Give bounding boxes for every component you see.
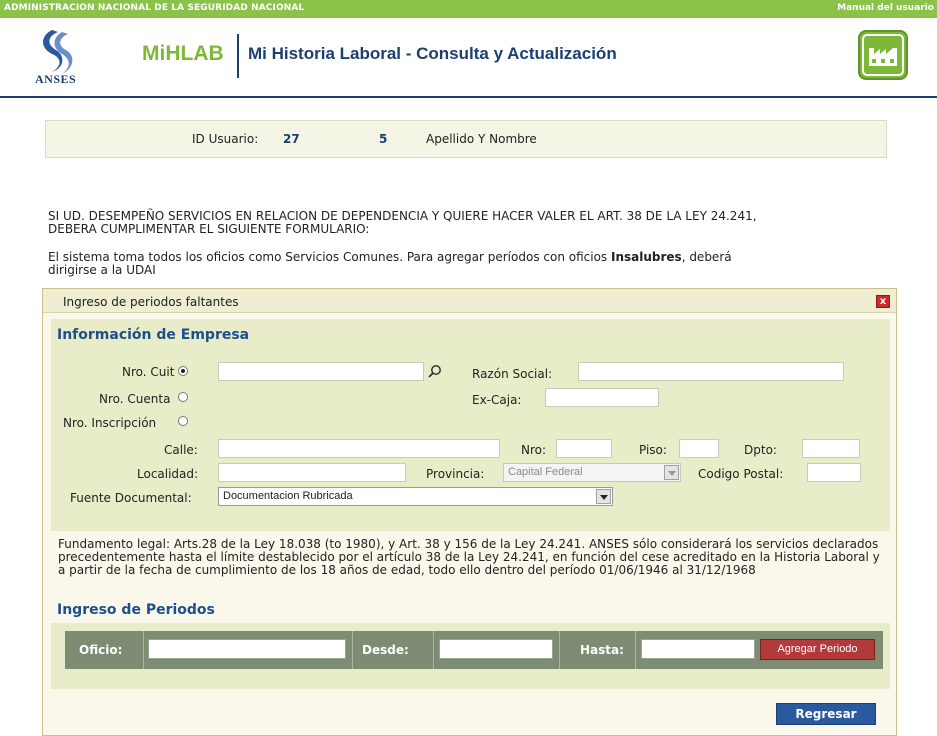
hasta-label: Hasta: bbox=[580, 643, 624, 657]
excaja-input[interactable] bbox=[545, 388, 659, 407]
notice-text-1-post: , deberá bbox=[681, 250, 732, 264]
user-id-label: ID Usuario: bbox=[192, 132, 259, 146]
factory-icon[interactable] bbox=[858, 30, 908, 80]
anses-logo-text: ANSES bbox=[35, 72, 77, 86]
brand-divider bbox=[237, 34, 239, 78]
cuit-input[interactable] bbox=[218, 362, 424, 381]
cuit-label: Nro. Cuit bbox=[122, 365, 175, 379]
nro-label: Nro: bbox=[521, 443, 547, 457]
desde-label: Desde: bbox=[362, 643, 409, 657]
inscripcion-label: Nro. Inscripción bbox=[63, 416, 157, 430]
provincia-selected-value: Capital Federal bbox=[508, 466, 583, 478]
notice-text-2: dirigirse a la UDAI bbox=[48, 263, 156, 277]
dpto-input[interactable] bbox=[802, 439, 860, 458]
legal-basis-text: Fundamento legal: Arts.28 de la Ley 18.0… bbox=[58, 537, 880, 577]
oficio-input[interactable] bbox=[148, 639, 346, 659]
divider bbox=[352, 631, 353, 669]
cuenta-radio[interactable] bbox=[178, 392, 188, 402]
periods-section-title: Ingreso de Periodos bbox=[57, 602, 215, 618]
provincia-label: Provincia: bbox=[426, 467, 485, 481]
nro-input[interactable] bbox=[556, 439, 612, 458]
localidad-input[interactable] bbox=[218, 463, 406, 482]
razon-social-input[interactable] bbox=[578, 362, 844, 381]
company-section-title: Información de Empresa bbox=[57, 327, 250, 343]
brand-name: MiHLAB bbox=[142, 42, 224, 65]
piso-label: Piso: bbox=[639, 443, 667, 457]
user-name-label: Apellido Y Nombre bbox=[426, 132, 537, 146]
organization-name: ADMINISTRACION NACIONAL DE LA SEGURIDAD … bbox=[4, 3, 305, 13]
fuente-documental-label: Fuente Documental: bbox=[70, 491, 192, 505]
fuente-documental-select[interactable]: Documentacion Rubricada bbox=[218, 487, 613, 506]
notice-text-1-bold: Insalubres bbox=[610, 250, 682, 264]
dialog-titlebar: Ingreso de periodos faltantes x bbox=[43, 289, 896, 313]
close-icon[interactable]: x bbox=[876, 295, 890, 308]
codigo-postal-label: Codigo Postal: bbox=[698, 467, 784, 481]
calle-label: Calle: bbox=[164, 443, 198, 457]
cuit-radio[interactable] bbox=[178, 366, 188, 376]
provincia-select[interactable]: Capital Federal bbox=[503, 463, 681, 482]
razon-social-label: Razón Social: bbox=[472, 367, 553, 381]
oficio-label: Oficio: bbox=[79, 643, 123, 657]
chevron-down-icon[interactable] bbox=[596, 489, 611, 504]
cuenta-label: Nro. Cuenta bbox=[99, 392, 171, 406]
search-icon[interactable] bbox=[428, 364, 442, 378]
desde-input[interactable] bbox=[439, 639, 553, 659]
app-header: ANSES MiHLAB Mi Historia Laboral - Consu… bbox=[0, 18, 937, 98]
user-id-suffix: 5 bbox=[379, 132, 388, 146]
localidad-label: Localidad: bbox=[137, 467, 199, 481]
dialog-title: Ingreso de periodos faltantes bbox=[63, 295, 239, 309]
notice-heading-2: DEBERA CUMPLIMENTAR EL SIGUIENTE FORMULA… bbox=[48, 222, 370, 236]
top-strip: ADMINISTRACION NACIONAL DE LA SEGURIDAD … bbox=[0, 0, 937, 18]
codigo-postal-input[interactable] bbox=[807, 463, 861, 482]
missing-periods-dialog: Ingreso de periodos faltantes x Informac… bbox=[42, 288, 897, 736]
divider bbox=[559, 631, 560, 669]
add-period-button[interactable]: Agregar Periodo bbox=[760, 639, 875, 660]
periods-entry-bar: Oficio: Desde: Hasta: Agregar Periodo bbox=[65, 631, 883, 669]
notice-text-1-pre: El sistema toma todos los oficios como S… bbox=[48, 250, 611, 264]
app-title: Mi Historia Laboral - Consulta y Actuali… bbox=[248, 44, 617, 63]
divider bbox=[433, 631, 434, 669]
fuente-selected-value: Documentacion Rubricada bbox=[223, 490, 353, 502]
piso-input[interactable] bbox=[679, 439, 719, 458]
chevron-down-icon[interactable] bbox=[664, 465, 679, 480]
notice-text-1: El sistema toma todos los oficios como S… bbox=[48, 251, 928, 264]
calle-input[interactable] bbox=[218, 439, 500, 458]
user-manual-link[interactable]: Manual del usuario bbox=[837, 3, 934, 13]
divider bbox=[143, 631, 144, 669]
company-info-panel: Información de Empresa Nro. Cuit Razón S… bbox=[51, 319, 890, 531]
divider bbox=[635, 631, 636, 669]
dpto-label: Dpto: bbox=[744, 443, 777, 457]
inscripcion-radio[interactable] bbox=[178, 416, 188, 426]
back-button[interactable]: Regresar bbox=[776, 703, 876, 725]
excaja-label: Ex-Caja: bbox=[472, 393, 522, 407]
user-info-bar: ID Usuario: 27 5 Apellido Y Nombre bbox=[45, 120, 887, 158]
user-id-value: 27 bbox=[283, 132, 300, 146]
hasta-input[interactable] bbox=[641, 639, 755, 659]
